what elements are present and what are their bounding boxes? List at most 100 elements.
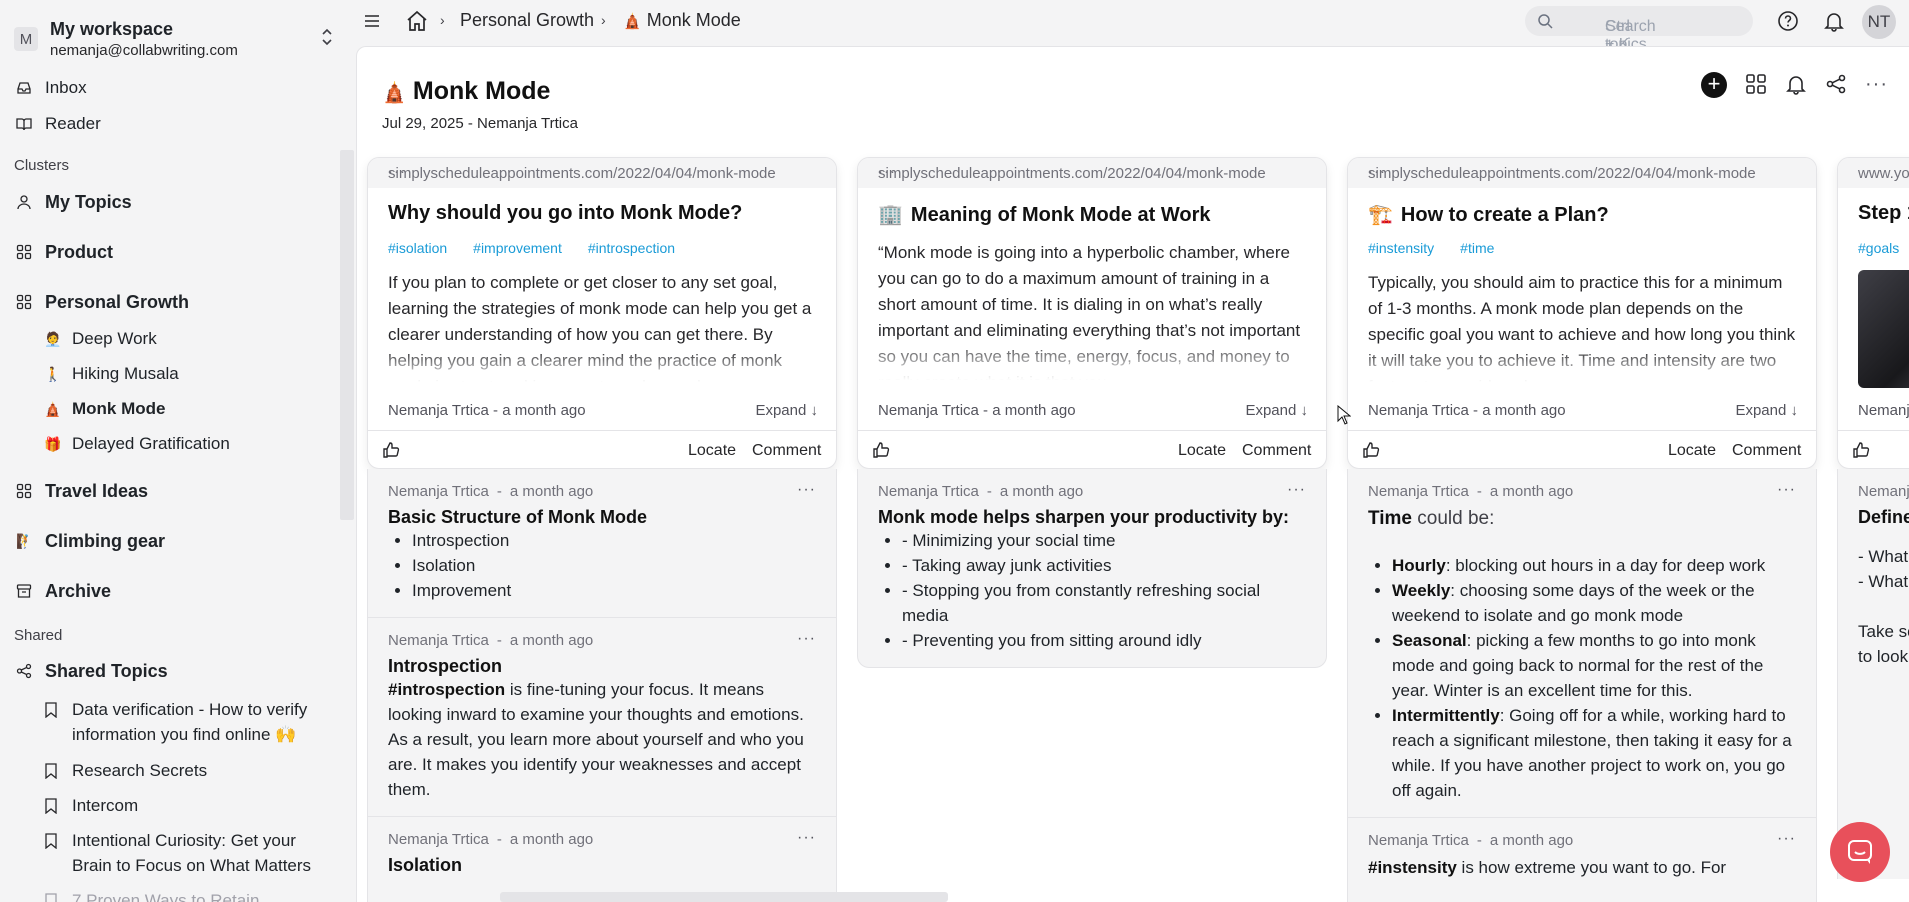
sidebar-item-monk-mode[interactable]: 🛕 Monk Mode bbox=[0, 393, 340, 425]
card-more-icon[interactable]: ··· bbox=[1368, 163, 1796, 180]
locate-button[interactable]: Locate bbox=[1668, 442, 1716, 460]
chevron-up-down-icon[interactable] bbox=[320, 26, 334, 48]
note-tag[interactable]: #instensity bbox=[1368, 858, 1457, 877]
sidebar-item-archive[interactable]: Archive bbox=[0, 575, 340, 607]
sidebar-item-climbing-gear[interactable]: 🧗 Climbing gear bbox=[0, 525, 340, 557]
tag[interactable]: #time bbox=[1460, 240, 1494, 256]
highlight-card[interactable]: simplyscheduleappointments.com/2022/04/0… bbox=[367, 157, 837, 469]
sidebar-item-label: Product bbox=[45, 241, 114, 262]
comment-button[interactable]: Comment bbox=[1242, 442, 1311, 460]
note-more-icon[interactable]: ··· bbox=[1777, 830, 1796, 848]
chat-support-button[interactable] bbox=[1830, 822, 1890, 882]
tag[interactable]: #isolation bbox=[388, 240, 447, 256]
thumbs-up-icon[interactable] bbox=[1362, 441, 1380, 459]
sidebar-item-my-topics[interactable]: My Topics bbox=[0, 186, 340, 218]
sidebar-item-retain[interactable]: 7 Proven Ways to Retain bbox=[72, 888, 312, 902]
search-input[interactable]: Search topics Ctrl + K bbox=[1525, 6, 1753, 53]
thumbs-up-icon[interactable] bbox=[872, 441, 890, 459]
user-icon bbox=[17, 195, 31, 210]
card-body: Typically, you should aim to practice th… bbox=[1368, 273, 1796, 382]
card-source-url[interactable]: www.yo bbox=[1858, 165, 1909, 182]
expand-button[interactable]: Expand ↓ bbox=[755, 402, 818, 419]
comment-button[interactable]: Comment bbox=[752, 442, 821, 460]
sidebar-item-data-verification[interactable]: Data verification - How to verify inform… bbox=[72, 697, 312, 747]
note-item[interactable]: Nemanja Trtica - a month ago ··· #instensi… bbox=[1348, 818, 1816, 894]
note-list-text: : blocking out hours in a day for deep w… bbox=[1445, 556, 1766, 575]
note-list-term: Intermittently bbox=[1392, 706, 1500, 725]
note-meta: Nemanja Trtica - a month ago bbox=[1368, 483, 1796, 500]
expand-button[interactable]: Expand ↓ bbox=[1245, 402, 1308, 419]
card-source-bar: simplyscheduleappointments.com/2022/04/0… bbox=[1348, 158, 1816, 188]
sidebar-item-delayed-gratification[interactable]: 🎁 Delayed Gratification bbox=[0, 428, 340, 460]
sidebar-item-deep-work[interactable]: 🧑‍💼 Deep Work bbox=[0, 323, 340, 355]
highlight-card[interactable]: www.yo Step 1 #goals Nemanj bbox=[1837, 157, 1909, 469]
page-title: 🛕 Monk Mode bbox=[382, 77, 550, 106]
sidebar-item-research-secrets[interactable]: Research Secrets bbox=[72, 758, 312, 783]
help-icon[interactable] bbox=[1777, 10, 1799, 32]
card-tags: #instensity #time bbox=[1368, 240, 1520, 256]
card-more-icon[interactable]: ··· bbox=[878, 163, 1306, 180]
sidebar-item-intentional-curiosity[interactable]: Intentional Curiosity: Get your Brain to… bbox=[72, 828, 312, 878]
bell-icon[interactable] bbox=[1785, 73, 1807, 95]
expand-button[interactable]: Expand ↓ bbox=[1735, 402, 1798, 419]
tag[interactable]: #instensity bbox=[1368, 240, 1434, 256]
note-item[interactable]: Nemanja Trtica - a month ago ··· Monk mode… bbox=[858, 469, 1326, 667]
breadcrumb-monk-mode[interactable]: 🛕 Monk Mode bbox=[623, 10, 741, 31]
bookmark-icon bbox=[45, 798, 57, 814]
note-more-icon[interactable]: ··· bbox=[1287, 481, 1306, 499]
card-action-bar: Locate Comment bbox=[858, 430, 1326, 468]
highlight-card[interactable]: simplyscheduleappointments.com/2022/04/0… bbox=[857, 157, 1327, 469]
menu-icon[interactable] bbox=[363, 12, 381, 30]
note-list-item: Isolation bbox=[412, 553, 816, 578]
sidebar-item-product[interactable]: Product bbox=[0, 236, 340, 268]
grid-view-icon[interactable] bbox=[1745, 73, 1767, 95]
sidebar-item-personal-growth[interactable]: Personal Growth bbox=[0, 286, 340, 318]
workspace-switcher[interactable]: M My workspace nemanja@collabwriting.com bbox=[14, 17, 334, 61]
climber-emoji-icon: 🧗 bbox=[16, 533, 34, 549]
thumbs-up-icon[interactable] bbox=[1852, 441, 1870, 459]
note-more-icon[interactable]: ··· bbox=[797, 829, 816, 847]
tag[interactable]: #improvement bbox=[473, 240, 562, 256]
note-tag[interactable]: #introspection bbox=[388, 680, 505, 699]
card-footer: Nemanja Trtica - a month ago Expand ↓ bbox=[878, 402, 1308, 419]
more-options-icon[interactable]: ··· bbox=[1865, 73, 1888, 96]
note-item[interactable]: Nemanja Trtica - a month ago ··· Isolation bbox=[368, 817, 836, 890]
note-meta: Nemanja Trtica - a month ago bbox=[388, 483, 816, 500]
locate-button[interactable]: Locate bbox=[1178, 442, 1226, 460]
note-item[interactable]: Nemanja Trtica - a month ago ··· Time coul… bbox=[1348, 469, 1816, 818]
sidebar-scrollbar[interactable] bbox=[340, 150, 354, 520]
thumbs-up-icon[interactable] bbox=[382, 441, 400, 459]
breadcrumb-personal-growth[interactable]: Personal Growth bbox=[460, 10, 594, 31]
note-author: Nemanja Trtica bbox=[388, 632, 489, 649]
user-avatar[interactable]: NT bbox=[1862, 5, 1896, 39]
highlight-card[interactable]: simplyscheduleappointments.com/2022/04/0… bbox=[1347, 157, 1817, 469]
note-item[interactable]: Nemanja Trtica - a month ago ··· Basic Str… bbox=[368, 469, 836, 618]
note-meta: Nemanja Trtica - a month ago bbox=[878, 483, 1306, 500]
sidebar-item-hiking-musala[interactable]: 🚶 Hiking Musala bbox=[0, 358, 340, 390]
note-more-icon[interactable]: ··· bbox=[797, 481, 816, 499]
note-item[interactable]: Nemanja Define - What - What Take sc to … bbox=[1838, 469, 1909, 683]
person-emoji-icon: 🧑‍💼 bbox=[44, 331, 62, 347]
note-list-term: Hourly bbox=[1392, 556, 1446, 575]
comment-button[interactable]: Comment bbox=[1732, 442, 1801, 460]
note-more-icon[interactable]: ··· bbox=[1777, 481, 1796, 499]
sidebar-item-travel-ideas[interactable]: Travel Ideas bbox=[0, 475, 340, 507]
share-icon[interactable] bbox=[1825, 73, 1847, 95]
bell-icon[interactable] bbox=[1823, 10, 1845, 32]
sidebar-item-intercom[interactable]: Intercom bbox=[72, 793, 312, 818]
locate-button[interactable]: Locate bbox=[688, 442, 736, 460]
sidebar-item-inbox[interactable]: Inbox bbox=[0, 72, 340, 104]
sidebar-item-shared-topics[interactable]: Shared Topics bbox=[0, 655, 340, 687]
note-list: Hourly: blocking out hours in a day for … bbox=[1392, 553, 1796, 803]
tag[interactable]: #introspection bbox=[588, 240, 675, 256]
note-item[interactable]: Nemanja Trtica - a month ago ··· Introspec… bbox=[368, 618, 836, 817]
card-more-icon[interactable]: ··· bbox=[388, 163, 816, 180]
tag[interactable]: #goals bbox=[1858, 240, 1899, 256]
sidebar-item-reader[interactable]: Reader bbox=[0, 108, 340, 140]
note-more-icon[interactable]: ··· bbox=[797, 630, 816, 648]
horizontal-scrollbar[interactable] bbox=[500, 892, 948, 902]
add-button[interactable]: + bbox=[1701, 72, 1727, 98]
home-icon[interactable] bbox=[405, 9, 429, 33]
grid-icon bbox=[16, 294, 32, 310]
note-lead-text: could be: bbox=[1412, 508, 1495, 529]
